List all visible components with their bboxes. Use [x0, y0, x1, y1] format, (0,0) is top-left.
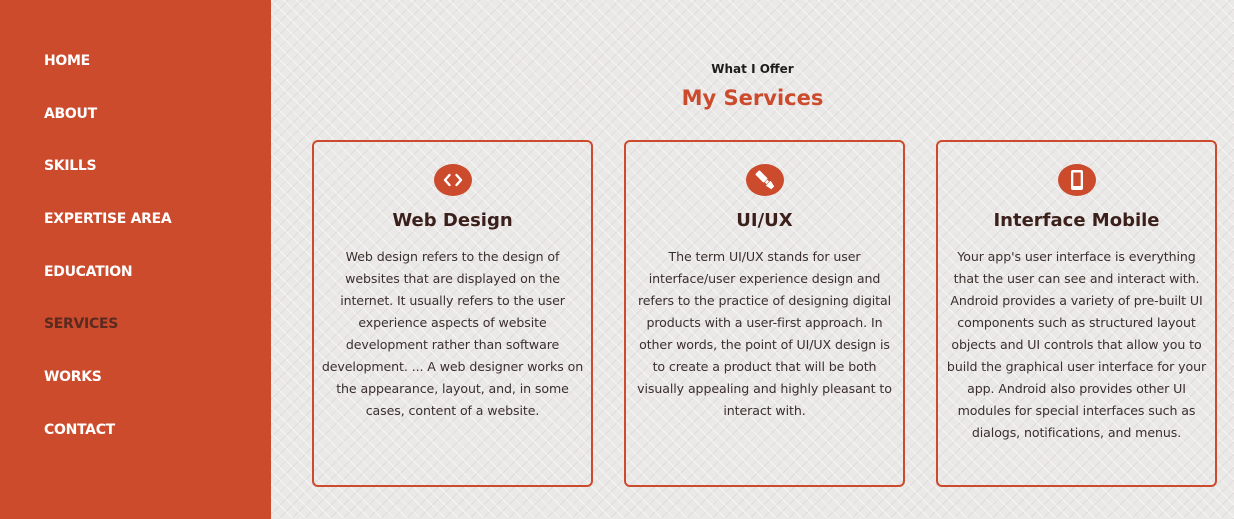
sidebar-nav: HOME ABOUT SKILLS EXPERTISE AREA EDUCATI…: [0, 0, 271, 519]
nav-about[interactable]: ABOUT: [44, 106, 97, 122]
nav-education[interactable]: EDUCATION: [44, 264, 133, 280]
service-card-web-design: Web Design Web design refers to the desi…: [312, 140, 593, 487]
paint-brush-icon: [745, 164, 784, 196]
card-description: Web design refers to the design of websi…: [321, 249, 584, 418]
card-description: The term UI/UX stands for user interface…: [637, 249, 892, 418]
nav-services[interactable]: SERVICES: [44, 316, 118, 332]
nav-contact[interactable]: CONTACT: [44, 422, 115, 438]
card-title: Web Design: [392, 210, 513, 231]
service-card-interface-mobile: Interface Mobile Your app's user interfa…: [936, 140, 1217, 487]
code-icon: [433, 164, 472, 196]
services-section: What I Offer My Services Web Design Web …: [271, 0, 1234, 519]
nav-expertise-area[interactable]: EXPERTISE AREA: [44, 211, 172, 227]
card-description: Your app's user interface is everything …: [946, 249, 1207, 440]
section-eyebrow: What I Offer: [711, 62, 794, 76]
nav-works[interactable]: WORKS: [44, 369, 102, 385]
card-title: Interface Mobile: [993, 210, 1160, 231]
service-card-ui-ux: UI/UX The term UI/UX stands for user int…: [624, 140, 905, 487]
nav-skills[interactable]: SKILLS: [44, 158, 97, 174]
section-title: My Services: [681, 86, 824, 110]
card-title: UI/UX: [736, 210, 793, 231]
nav-home[interactable]: HOME: [44, 53, 90, 69]
mobile-icon: [1057, 164, 1096, 196]
